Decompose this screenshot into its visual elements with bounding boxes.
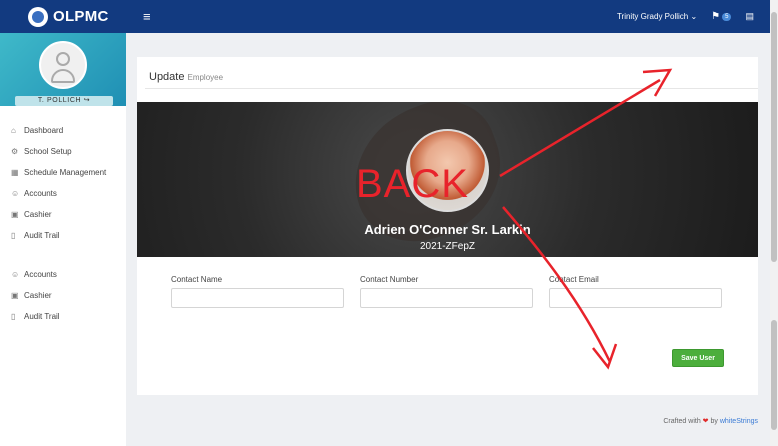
brand-logo-icon bbox=[28, 6, 48, 27]
calendar-icon: ▦ bbox=[11, 168, 19, 177]
sidebar-item-audit-trail-2[interactable]: ▯ Audit Trail bbox=[0, 306, 126, 327]
brand[interactable]: OLPMC bbox=[0, 6, 125, 27]
sidebar-item-label: Accounts bbox=[24, 270, 57, 279]
sidebar-item-label: Cashier bbox=[24, 210, 52, 219]
employee-name: Adrien O'Conner Sr. Larkin bbox=[364, 222, 531, 237]
page-title: Update Employee bbox=[149, 71, 223, 83]
title-divider bbox=[145, 88, 758, 89]
footer: Crafted with ❤ by whiteStrings bbox=[126, 417, 770, 425]
apps-icon[interactable]: ▤ bbox=[745, 11, 754, 22]
contact-number-group: Contact Number bbox=[360, 275, 533, 308]
page-title-text: Update bbox=[149, 71, 185, 83]
sidebar-item-label: Accounts bbox=[24, 189, 57, 198]
home-icon: ⌂ bbox=[11, 126, 16, 135]
sidebar-username-label: T. POLLICH bbox=[37, 97, 82, 104]
scrollbar-thumb[interactable] bbox=[771, 12, 777, 262]
sidebar-item-label: Audit Trail bbox=[24, 231, 60, 240]
sidebar: T. POLLICH ↪ ⌂ Dashboard ⚙ School Setup ▦ S… bbox=[0, 33, 126, 446]
user-name: Trinity Grady Pollich bbox=[616, 12, 689, 21]
hamburger-icon[interactable]: ≡ bbox=[143, 9, 151, 24]
sidebar-item-dashboard[interactable]: ⌂ Dashboard bbox=[0, 120, 126, 141]
update-employee-card: Update Employee BACK Adrien O'Conner Sr. … bbox=[137, 57, 758, 395]
cash-icon: ▣ bbox=[11, 210, 19, 219]
sidebar-item-audit-trail[interactable]: ▯ Audit Trail bbox=[0, 225, 126, 246]
contact-name-group: Contact Name bbox=[171, 275, 344, 308]
sidebar-nav: ⌂ Dashboard ⚙ School Setup ▦ Schedule Manag… bbox=[0, 106, 126, 327]
logout-icon[interactable]: ↪ bbox=[84, 97, 90, 104]
contact-email-input[interactable] bbox=[549, 288, 722, 308]
sidebar-item-school-setup[interactable]: ⚙ School Setup bbox=[0, 141, 126, 162]
employee-id: 2021-ZFepZ bbox=[419, 241, 476, 252]
scrollbar[interactable] bbox=[770, 0, 778, 446]
save-user-button[interactable]: Save User bbox=[672, 349, 724, 367]
gear-icon: ⚙ bbox=[11, 147, 19, 156]
sidebar-item-label: Cashier bbox=[24, 291, 52, 300]
top-navbar: OLPMC ≡ Trinity Grady Pollich ⌄ ⚑ 5 ▤ bbox=[0, 0, 770, 33]
contact-form: Contact Name Contact Number Contact Emai… bbox=[137, 257, 758, 395]
avatar[interactable] bbox=[39, 41, 87, 89]
profile-hero: BACK Adrien O'Conner Sr. Larkin 2021-ZFe… bbox=[137, 102, 758, 257]
contact-email-group: Contact Email bbox=[549, 275, 722, 308]
brand-name: OLPMC bbox=[53, 8, 109, 25]
users-icon: ☺ bbox=[11, 189, 20, 198]
sidebar-username[interactable]: T. POLLICH ↪ bbox=[15, 96, 113, 106]
heart-icon: ❤ bbox=[702, 418, 709, 425]
sidebar-profile: T. POLLICH ↪ bbox=[0, 33, 126, 106]
avatar-head-icon bbox=[56, 52, 70, 66]
contact-name-input[interactable] bbox=[171, 288, 344, 308]
back-annotation: BACK bbox=[356, 162, 469, 206]
cash-icon: ▣ bbox=[11, 291, 19, 300]
footer-by: by bbox=[710, 418, 718, 425]
contact-number-input[interactable] bbox=[360, 288, 533, 308]
contact-name-label: Contact Name bbox=[171, 275, 223, 284]
sidebar-item-cashier-2[interactable]: ▣ Cashier bbox=[0, 285, 126, 306]
users-icon: ☺ bbox=[11, 270, 20, 279]
footer-link[interactable]: whiteStrings bbox=[720, 418, 758, 425]
flag-icon: ⚑ bbox=[711, 11, 721, 22]
sidebar-item-label: Audit Trail bbox=[24, 312, 60, 321]
file-icon: ▯ bbox=[11, 312, 16, 321]
contact-number-label: Contact Number bbox=[360, 275, 419, 284]
notifications-button[interactable]: ⚑ 5 bbox=[711, 11, 732, 22]
notification-badge: 5 bbox=[722, 12, 732, 21]
avatar-body-icon bbox=[51, 69, 75, 83]
sidebar-item-label: Dashboard bbox=[24, 126, 64, 135]
sidebar-item-accounts[interactable]: ☺ Accounts bbox=[0, 183, 126, 204]
main-content: Update Employee BACK Adrien O'Conner Sr. … bbox=[126, 33, 770, 446]
sidebar-item-schedule-management[interactable]: ▦ Schedule Management bbox=[0, 162, 126, 183]
sidebar-item-cashier[interactable]: ▣ Cashier bbox=[0, 204, 126, 225]
sidebar-item-label: School Setup bbox=[24, 147, 72, 156]
page-subtitle: Employee bbox=[187, 73, 224, 82]
user-menu[interactable]: Trinity Grady Pollich ⌄ bbox=[617, 12, 697, 21]
sidebar-item-label: Schedule Management bbox=[24, 168, 107, 177]
file-icon: ▯ bbox=[11, 231, 16, 240]
scrollbar-thumb-secondary[interactable] bbox=[771, 320, 777, 430]
sidebar-item-accounts-2[interactable]: ☺ Accounts bbox=[0, 264, 126, 285]
contact-email-label: Contact Email bbox=[549, 275, 599, 284]
footer-prefix: Crafted with bbox=[663, 418, 701, 425]
